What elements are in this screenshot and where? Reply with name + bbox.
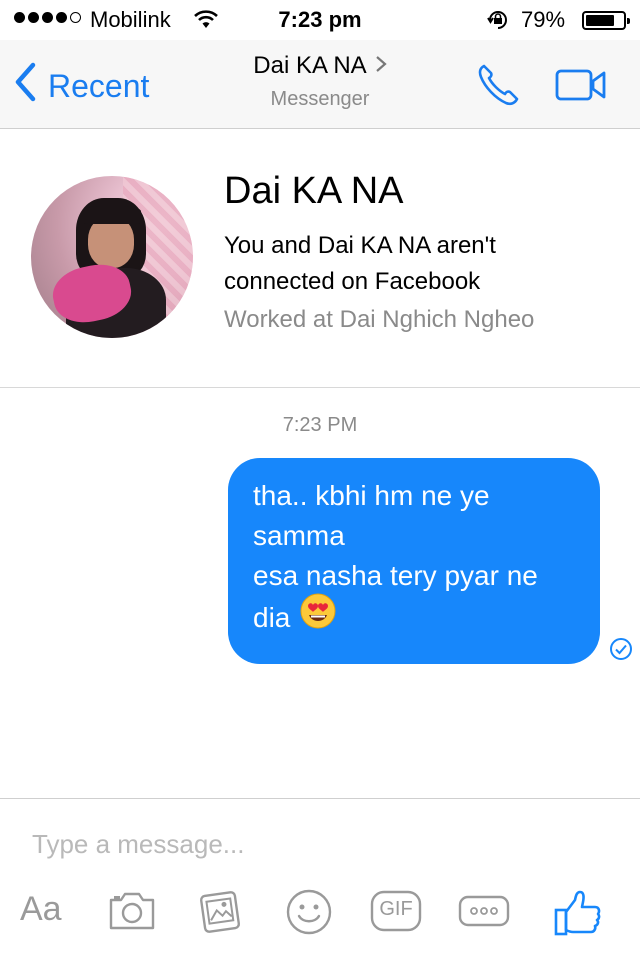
status-bar: Mobilink 7:23 pm 79% [0, 0, 640, 40]
like-icon[interactable] [553, 888, 603, 943]
profile-work: Worked at Dai Nghich Ngheo [224, 306, 535, 333]
message-text-line: tha.. kbhi hm ne ye samma [253, 480, 490, 551]
text-format-button[interactable]: Aa [20, 890, 62, 929]
message-input[interactable] [32, 826, 612, 862]
emoji-icon[interactable] [285, 888, 333, 941]
profile-name: Dai KA NA [224, 170, 404, 212]
contact-name: Dai KA NA [253, 52, 367, 79]
connection-note: You and Dai KA NA aren't connected on Fa… [224, 232, 496, 295]
gif-icon[interactable]: GIF [370, 888, 422, 939]
conversation-subtitle: Messenger [270, 88, 370, 110]
gif-label: GIF [379, 898, 413, 920]
more-icon[interactable] [458, 888, 510, 939]
chevron-right-icon [375, 53, 387, 79]
photo-icon[interactable] [197, 888, 245, 941]
camera-icon[interactable] [107, 888, 157, 937]
video-icon[interactable] [555, 68, 607, 107]
heart-eyes-emoji [300, 593, 336, 640]
message-text-line: esa nasha tery pyar ne dia [253, 560, 538, 633]
navigation-bar: Recent Dai KA NA Messenger [0, 40, 640, 129]
outgoing-message-bubble[interactable]: tha.. kbhi hm ne ye samma esa nasha tery… [228, 458, 600, 664]
avatar[interactable] [31, 176, 193, 338]
conversation-title[interactable]: Dai KA NA [0, 52, 640, 80]
message-timestamp: 7:23 PM [282, 414, 358, 436]
phone-icon[interactable] [475, 62, 521, 113]
rotation-lock-icon [486, 9, 510, 36]
seen-check-icon [609, 637, 633, 666]
battery-percentage: 79% [521, 7, 566, 32]
battery-icon [582, 11, 630, 30]
contact-profile-header: Dai KA NA You and Dai KA NA aren't conne… [0, 129, 640, 388]
